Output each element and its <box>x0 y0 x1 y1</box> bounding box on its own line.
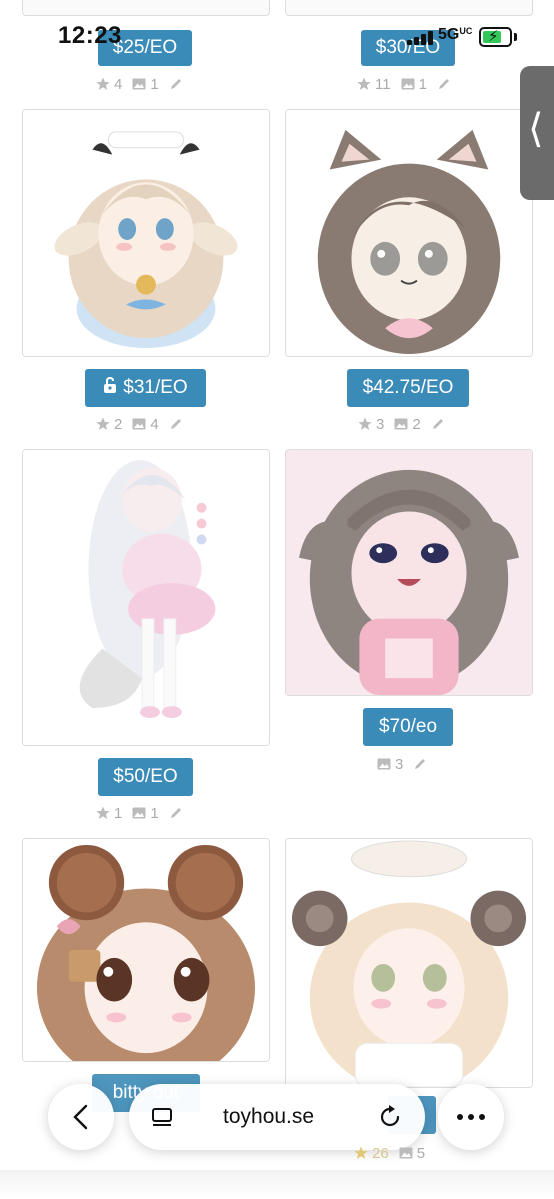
character-thumbnail[interactable] <box>22 449 270 746</box>
tabs-icon <box>152 1108 172 1126</box>
price-button[interactable]: $42.75/EO <box>347 369 469 407</box>
star-icon <box>358 417 372 430</box>
character-illustration <box>286 839 532 1087</box>
home-indicator-area <box>0 1170 554 1199</box>
sidebar-toggle[interactable]: ⟨ <box>520 66 554 200</box>
chevron-left-icon <box>73 1104 88 1130</box>
pencil-icon <box>415 759 426 769</box>
battery-icon: ⚡ <box>479 27 517 47</box>
character-thumbnail[interactable] <box>22 838 270 1062</box>
star-icon <box>357 77 371 90</box>
image-icon <box>394 418 408 430</box>
character-illustration <box>23 839 269 1061</box>
image-icon <box>132 418 146 430</box>
url-text: toyhou.se <box>223 1105 315 1128</box>
card-meta: 11 1 <box>357 74 451 94</box>
more-button[interactable] <box>438 1084 504 1150</box>
page: $25/EO $30/EO 4 1 11 1 $31/EO $42.75/EO … <box>0 0 554 1199</box>
pencil-icon <box>170 79 181 89</box>
character-thumbnail[interactable] <box>22 109 270 357</box>
clock: 12:23 <box>58 22 122 49</box>
character-thumbnail[interactable] <box>285 449 533 696</box>
chevron-left-icon: ⟨ <box>528 106 544 152</box>
character-thumbnail[interactable] <box>285 109 533 357</box>
image-icon <box>132 807 146 819</box>
card-meta: 3 2 <box>358 414 445 434</box>
charging-icon: ⚡ <box>488 28 499 45</box>
character-illustration <box>286 450 532 695</box>
card-meta: 3 <box>377 754 427 774</box>
price-button[interactable]: $70/eo <box>363 708 453 746</box>
character-illustration <box>23 450 269 745</box>
status-bar: 12:23 5GUC ⚡ <box>0 0 554 70</box>
address-bar[interactable]: toyhou.se <box>129 1084 425 1150</box>
star-icon <box>96 806 110 819</box>
character-illustration <box>23 110 269 356</box>
card-meta: 2 4 <box>96 414 183 434</box>
card-meta: 26 5 <box>354 1143 431 1163</box>
pencil-icon <box>438 79 449 89</box>
image-icon <box>377 758 391 770</box>
unlock-icon <box>103 370 117 408</box>
reload-icon[interactable] <box>377 1104 403 1130</box>
pencil-icon <box>170 419 181 429</box>
star-icon <box>96 417 110 430</box>
card-meta: 4 1 <box>96 74 183 94</box>
star-icon <box>354 1146 368 1159</box>
pencil-icon <box>170 808 181 818</box>
pencil-icon <box>432 419 443 429</box>
character-illustration <box>286 110 532 356</box>
network-indicator: 5GUC <box>438 26 473 43</box>
image-icon <box>399 1147 413 1159</box>
image-icon <box>132 78 146 90</box>
character-thumbnail[interactable] <box>285 838 533 1088</box>
signal-icon <box>407 31 433 45</box>
star-icon <box>96 77 110 90</box>
more-icon <box>457 1114 485 1120</box>
image-icon <box>401 78 415 90</box>
price-button[interactable]: $31/EO <box>85 369 206 407</box>
card-meta: 1 1 <box>96 803 183 823</box>
price-button[interactable]: $50/EO <box>98 758 193 796</box>
back-button[interactable] <box>48 1084 114 1150</box>
